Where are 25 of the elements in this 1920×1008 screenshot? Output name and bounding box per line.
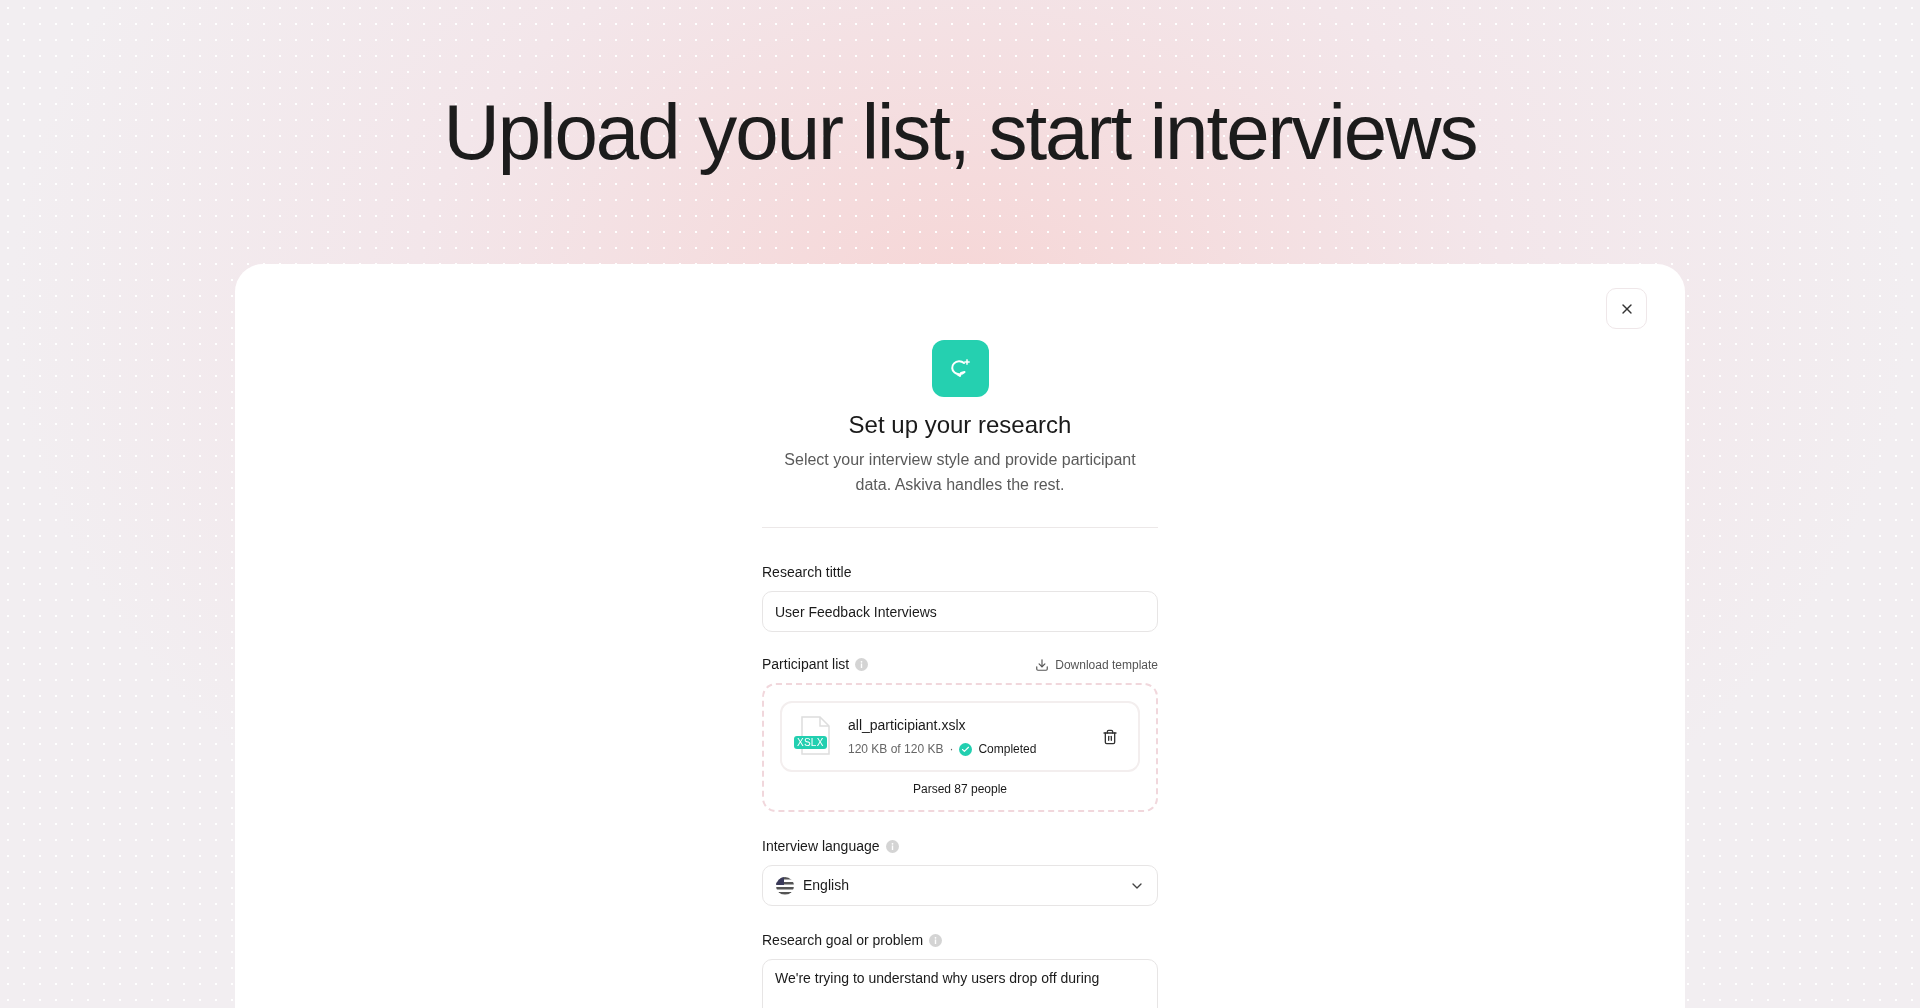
upload-status: Completed xyxy=(978,741,1037,758)
field-label: Participant list xyxy=(762,655,850,674)
file-size: 120 KB of 120 KB xyxy=(848,741,944,758)
upload-dropzone[interactable]: XSLX all_participiant.xslx 120 KB of 120 KB · Completed Parsed 87 people xyxy=(762,683,1158,812)
check-icon xyxy=(959,742,973,756)
modal-title: Set up your research xyxy=(848,410,1072,440)
file-name: all_participiant.xslx xyxy=(848,716,967,735)
separator-dot: · xyxy=(949,741,954,758)
field-label: Research goal or problem xyxy=(762,931,924,950)
download-icon xyxy=(1035,657,1050,672)
info-icon xyxy=(855,658,869,671)
close-button[interactable] xyxy=(1606,288,1647,329)
title-input[interactable]: User Feedback Interviews xyxy=(762,591,1158,632)
language-select[interactable]: English xyxy=(762,865,1158,906)
info-icon xyxy=(885,840,899,853)
modal-subtitle: Select your interview style and provide participant data. Askiva handles the rest. xyxy=(783,450,1137,495)
field-label: Interview language xyxy=(762,837,880,856)
parsed-count: Parsed 87 people xyxy=(912,781,1008,798)
download-template-link[interactable]: Download template xyxy=(1035,655,1158,674)
goal-textarea[interactable]: We're trying to understand why users drop off during xyxy=(762,959,1158,1008)
field-label: Research tittle xyxy=(762,563,852,582)
page-heading: Upload your list, start interviews xyxy=(443,88,1477,176)
app-logo-icon xyxy=(931,340,989,397)
info-icon xyxy=(929,934,943,947)
flag-icon xyxy=(775,875,795,896)
